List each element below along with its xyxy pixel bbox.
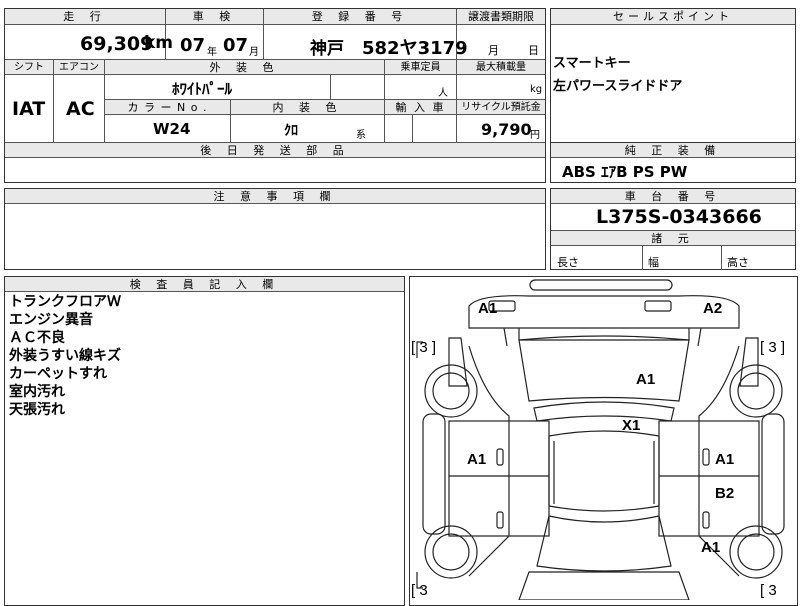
recycle-header: リサイクル預託金 bbox=[457, 100, 545, 115]
damage-mark-left-door: A1 bbox=[467, 451, 487, 468]
mileage-value: 69,309 bbox=[80, 33, 154, 55]
interior-value: ｸﾛ bbox=[284, 123, 298, 139]
month-unit: 月 bbox=[249, 47, 259, 58]
interior-header: 内 装 色 bbox=[231, 100, 384, 115]
equipment-header: 純 正 装 備 bbox=[551, 143, 795, 158]
dims-length-label: 長さ bbox=[557, 256, 579, 269]
inspection-month: 07 bbox=[223, 35, 249, 56]
registration-header: 登 録 番 号 bbox=[264, 9, 456, 25]
year-unit: 年 bbox=[207, 47, 217, 58]
recycle-unit: 円 bbox=[530, 130, 540, 141]
inspector-notes: トランクフロアＷ エンジン異音 ＡＣ不良 外装うすい線キズ カーペットすれ 室内… bbox=[9, 293, 121, 419]
car-diagram bbox=[416, 279, 785, 600]
import-header: 輸 入 車 bbox=[385, 100, 456, 115]
maxload-header: 最大積載量 bbox=[457, 60, 545, 75]
capacity-unit: 人 bbox=[438, 88, 448, 99]
color-no-value: W24 bbox=[153, 120, 191, 138]
mileage-unit: km bbox=[144, 33, 174, 53]
damage-mark-hood: A1 bbox=[636, 371, 656, 388]
transfer-day-unit: 日 bbox=[528, 44, 539, 57]
inspector-note: カーペットすれ bbox=[9, 366, 107, 382]
equipment-value: ABS ｴｱB PS PW bbox=[562, 163, 688, 181]
inspector-header: 検 査 員 記 入 欄 bbox=[5, 277, 404, 292]
later-parts-header: 後 日 発 送 部 品 bbox=[5, 143, 545, 158]
dims-height-label: 高さ bbox=[727, 256, 749, 269]
inspection-header: 車 検 bbox=[166, 9, 263, 25]
sales-point-line-1: スマートキー bbox=[553, 56, 631, 71]
aircon-value: AC bbox=[66, 98, 95, 120]
damage-mark-right-rear-door: B2 bbox=[715, 485, 735, 502]
exterior-value: ﾎﾜｲﾄﾊﾟｰﾙ bbox=[172, 80, 233, 98]
chassis-header: 車 台 番 号 bbox=[551, 189, 795, 204]
tire-mark-rear-left: [ 3 bbox=[411, 582, 428, 599]
inspector-note: トランクフロアＷ bbox=[9, 294, 121, 310]
maxload-unit: kg bbox=[530, 84, 543, 95]
capacity-header: 乗車定員 bbox=[385, 60, 456, 75]
mileage-header: 走 行 bbox=[5, 9, 165, 25]
inspector-note: 天張汚れ bbox=[9, 402, 65, 418]
damage-mark-front-left: A1 bbox=[478, 300, 498, 317]
shift-value: IAT bbox=[12, 98, 46, 120]
damage-mark-roof: X1 bbox=[622, 417, 641, 434]
tire-mark-rear-right: [ 3 bbox=[760, 582, 777, 599]
color-no-header: カ ラ ー N o . bbox=[105, 100, 230, 115]
aircon-header: エアコン bbox=[54, 60, 104, 75]
inspector-note: エンジン異音 bbox=[9, 312, 93, 328]
plate-region: 神戸 bbox=[310, 39, 344, 59]
sales-point-line-2: 左パワースライドドア bbox=[553, 79, 683, 94]
shift-header: シフト bbox=[5, 60, 53, 75]
plate-number: 582ヤ3179 bbox=[362, 38, 468, 59]
sales-point-header: セールスポイント bbox=[551, 9, 795, 25]
exterior-header: 外 装 色 bbox=[105, 60, 384, 75]
tire-mark-front-left: [ 3 ] bbox=[411, 339, 437, 356]
dims-header: 諸 元 bbox=[551, 231, 795, 246]
inspector-note: 室内汚れ bbox=[9, 384, 65, 400]
transfer-header: 譲渡書類期限 bbox=[457, 9, 545, 25]
tire-mark-front-right: [ 3 ] bbox=[760, 339, 786, 356]
damage-mark-right-front-door: A1 bbox=[715, 451, 735, 468]
chassis-value: L375S-0343666 bbox=[596, 206, 762, 228]
dims-width-label: 幅 bbox=[648, 256, 659, 269]
inspection-year: 07 bbox=[180, 35, 206, 56]
caution-header: 注 意 事 項 欄 bbox=[5, 189, 545, 204]
interior-suffix: 系 bbox=[356, 130, 366, 141]
damage-mark-front-right: A2 bbox=[703, 300, 723, 317]
damage-mark-right-rear: A1 bbox=[701, 539, 721, 556]
inspector-note: ＡＣ不良 bbox=[9, 330, 65, 346]
inspector-note: 外装うすい線キズ bbox=[9, 348, 121, 364]
recycle-value: 9,790 bbox=[481, 120, 532, 139]
transfer-month-unit: 月 bbox=[488, 44, 499, 57]
